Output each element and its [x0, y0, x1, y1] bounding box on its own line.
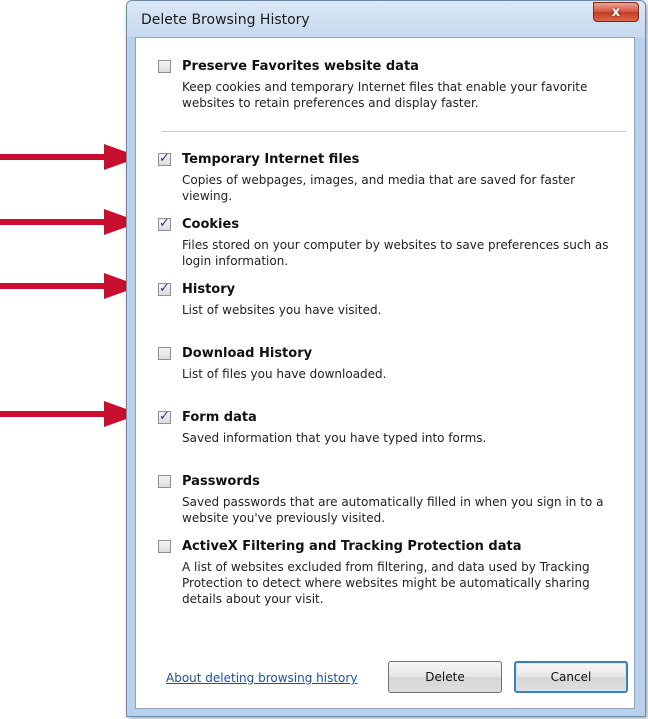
- option-description: Files stored on your computer by website…: [182, 238, 609, 268]
- option-description: A list of websites excluded from filteri…: [182, 560, 590, 606]
- delete-browsing-history-dialog: Delete Browsing History x Preserve Favor…: [126, 0, 646, 717]
- screenshot-stage: Delete Browsing History x Preserve Favor…: [0, 0, 648, 719]
- checkmark-icon: ✓: [159, 409, 170, 424]
- red-arrow-icon: [0, 144, 140, 170]
- dialog-content: Preserve Favorites website data Keep coo…: [135, 37, 635, 709]
- option-label: Form data: [182, 410, 257, 425]
- separator: [162, 131, 626, 132]
- about-deleting-history-link[interactable]: About deleting browsing history: [166, 671, 357, 685]
- download-history-checkbox[interactable]: [158, 347, 171, 360]
- option-description: Saved passwords that are automatically f…: [182, 495, 604, 525]
- form-data-checkbox[interactable]: ✓: [158, 409, 171, 424]
- option-description: Copies of webpages, images, and media th…: [182, 173, 576, 203]
- preserve-favorites-checkbox[interactable]: [158, 60, 171, 73]
- red-arrow-icon: [0, 273, 140, 299]
- option-description: List of files you have downloaded.: [182, 367, 387, 381]
- red-arrow-icon: [0, 401, 140, 427]
- activex-filtering-checkbox[interactable]: [158, 540, 171, 553]
- option-label: Passwords: [182, 474, 260, 489]
- title-bar[interactable]: Delete Browsing History x: [127, 1, 645, 37]
- close-button[interactable]: x: [593, 2, 639, 22]
- option-label: Cookies: [182, 217, 240, 232]
- option-label: ActiveX Filtering and Tracking Protectio…: [182, 539, 522, 554]
- cookies-checkbox[interactable]: ✓: [158, 216, 171, 231]
- passwords-checkbox[interactable]: [158, 475, 171, 488]
- option-label: Temporary Internet files: [182, 152, 360, 167]
- option-description: Saved information that you have typed in…: [182, 431, 487, 445]
- checkmark-icon: ✓: [159, 216, 170, 231]
- history-checkbox[interactable]: ✓: [158, 281, 171, 296]
- checkmark-icon: ✓: [159, 151, 170, 166]
- close-icon: x: [611, 4, 621, 20]
- option-description: List of websites you have visited.: [182, 303, 382, 317]
- temporary-internet-files-checkbox[interactable]: ✓: [158, 151, 171, 166]
- dialog-title: Delete Browsing History: [141, 12, 310, 28]
- option-label: Preserve Favorites website data: [182, 59, 419, 74]
- option-description: Keep cookies and temporary Internet file…: [182, 80, 588, 110]
- cancel-button[interactable]: Cancel: [514, 661, 628, 693]
- red-arrow-icon: [0, 209, 140, 235]
- option-label: History: [182, 282, 236, 297]
- option-label: Download History: [182, 346, 313, 361]
- checkmark-icon: ✓: [159, 281, 170, 296]
- delete-button[interactable]: Delete: [388, 661, 502, 693]
